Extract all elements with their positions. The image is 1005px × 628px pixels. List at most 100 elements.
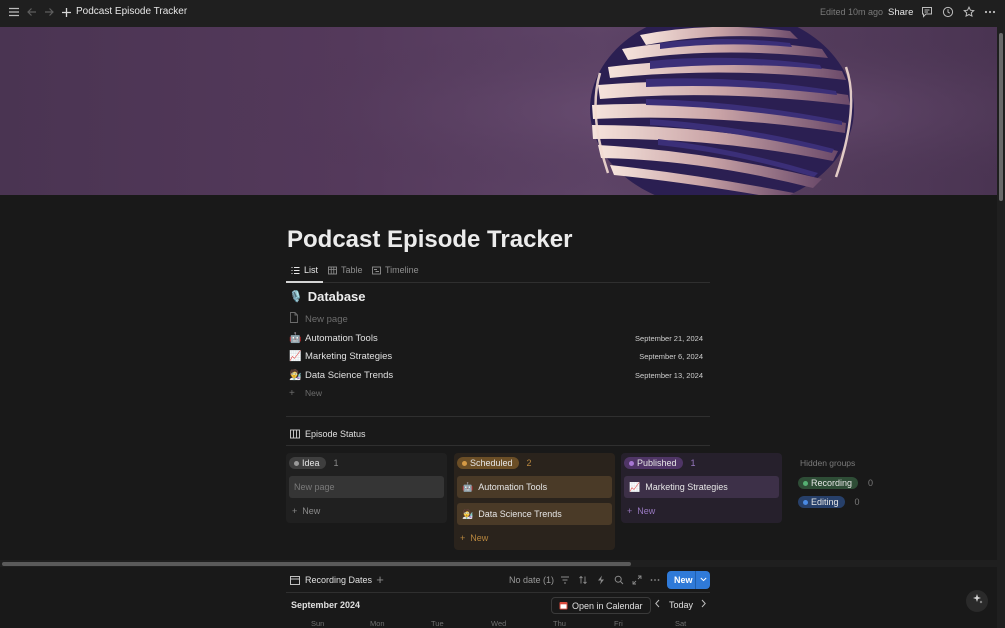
column-count: 1 <box>333 458 339 468</box>
open-in-calendar-label: Open in Calendar <box>572 600 643 611</box>
list-item-title: New page <box>305 313 348 325</box>
section-divider <box>286 416 710 417</box>
board-card[interactable]: New page <box>289 476 444 498</box>
status-dot-icon <box>294 460 299 466</box>
card-title: Marketing Strategies <box>645 482 728 492</box>
board-card[interactable]: 📈 Marketing Strategies <box>624 476 779 498</box>
weekday-label: Tue <box>431 619 444 628</box>
active-tab-indicator <box>286 281 323 283</box>
hidden-group-recording[interactable]: Recording 0 <box>798 477 873 489</box>
calendar-view-title[interactable]: Recording Dates <box>290 575 372 585</box>
list-item[interactable]: 📈 Marketing Strategies September 6, 2024 <box>289 347 705 365</box>
list-item-date: September 6, 2024 <box>639 351 703 361</box>
today-button[interactable]: Today <box>669 600 693 610</box>
sidebar-menu-icon[interactable] <box>4 4 24 22</box>
calendar-icon <box>290 576 300 585</box>
next-month-icon[interactable] <box>700 599 707 610</box>
chevron-down-icon[interactable] <box>696 577 710 584</box>
timeline-icon <box>372 266 381 274</box>
automation-lightning-icon[interactable] <box>595 575 607 587</box>
top-bar: Podcast Episode Tracker Edited 10m ago S… <box>0 0 1005 27</box>
new-entry-label: New <box>674 575 693 585</box>
page-icon <box>289 312 303 326</box>
sparkle-icon <box>972 594 982 604</box>
plus-icon: + <box>289 387 295 399</box>
open-in-calendar-button[interactable]: Open in Calendar <box>551 597 651 614</box>
column-label: Scheduled <box>470 458 513 468</box>
filter-icon[interactable] <box>559 575 571 587</box>
chart-up-icon: 📈 <box>289 350 302 362</box>
card-title: Data Science Trends <box>478 509 562 519</box>
calendar-divider <box>286 592 710 593</box>
status-dot-icon <box>803 480 808 486</box>
favorite-star-icon[interactable] <box>959 4 979 22</box>
tab-timeline[interactable]: Timeline <box>372 265 419 275</box>
share-button[interactable]: Share <box>888 7 913 18</box>
breadcrumb-page-title[interactable]: Podcast Episode Tracker <box>76 6 187 17</box>
updates-clock-icon[interactable] <box>938 4 958 22</box>
list-new-button[interactable]: + New <box>289 384 705 402</box>
previous-month-icon[interactable] <box>654 599 661 610</box>
calendar-app-icon <box>559 602 568 610</box>
robot-icon: 🤖 <box>289 332 302 344</box>
tab-table-label: Table <box>341 265 363 275</box>
vertical-scrollbar-thumb[interactable] <box>999 33 1003 201</box>
board-divider <box>286 445 710 446</box>
status-dot-icon <box>803 499 808 505</box>
more-options-icon[interactable] <box>649 575 661 587</box>
comments-icon[interactable] <box>917 4 937 22</box>
list-item-date: September 21, 2024 <box>635 333 703 343</box>
weekday-label: Thu <box>553 619 566 628</box>
column-new-button[interactable]: + New <box>627 506 655 516</box>
new-entry-button[interactable]: New <box>667 571 710 589</box>
plus-icon: + <box>460 533 466 543</box>
tab-list[interactable]: List <box>291 265 318 275</box>
scientist-icon: 🧑‍🔬 <box>462 508 474 519</box>
horizontal-scrollbar-thumb[interactable] <box>2 562 631 566</box>
new-page-plus-icon[interactable] <box>56 4 76 22</box>
search-icon[interactable] <box>613 575 625 587</box>
board-icon <box>290 429 300 439</box>
expand-icon[interactable] <box>631 575 643 587</box>
tab-table[interactable]: Table <box>328 265 363 275</box>
robot-icon: 🤖 <box>462 481 474 492</box>
ai-sparkle-button[interactable] <box>966 590 988 612</box>
status-badge-idea[interactable]: Idea <box>289 457 326 469</box>
list-item[interactable]: New page <box>289 310 705 328</box>
database-title[interactable]: 🎙️ Database <box>289 289 366 304</box>
hidden-group-editing[interactable]: Editing 0 <box>798 496 860 508</box>
list-item[interactable]: 🤖 Automation Tools September 21, 2024 <box>289 329 705 347</box>
cover-image <box>0 27 997 195</box>
board-card[interactable]: 🧑‍🔬 Data Science Trends <box>457 503 612 525</box>
status-badge-editing[interactable]: Editing <box>798 496 845 508</box>
status-badge-published[interactable]: Published <box>624 457 683 469</box>
weekday-label: Sat <box>675 619 687 628</box>
board-title-text: Episode Status <box>305 429 366 439</box>
list-item-date: September 13, 2024 <box>635 370 703 380</box>
sort-icon[interactable] <box>577 575 589 587</box>
no-date-button[interactable]: No date (1) <box>509 575 554 585</box>
view-tabs: List Table Timeline <box>286 262 710 283</box>
page-title[interactable]: Podcast Episode Tracker <box>287 226 572 254</box>
card-title: New page <box>294 482 335 492</box>
microphone-illustration <box>0 27 997 195</box>
board-view-title[interactable]: Episode Status <box>290 429 366 439</box>
weekday-label: Fri <box>614 619 623 628</box>
column-new-button[interactable]: + New <box>292 506 320 516</box>
table-icon <box>328 266 337 274</box>
status-badge-scheduled[interactable]: Scheduled <box>457 457 519 469</box>
column-new-button[interactable]: + New <box>460 533 488 543</box>
status-badge-recording[interactable]: Recording <box>798 477 859 489</box>
list-item-title: Marketing Strategies <box>305 350 393 362</box>
board-column-idea: Idea 1 New page + New <box>286 453 447 523</box>
more-options-icon[interactable] <box>980 4 1000 22</box>
board-column-scheduled: Scheduled 2 🤖 Automation Tools 🧑‍🔬 Data … <box>454 453 615 550</box>
plus-icon: + <box>292 506 298 516</box>
microphone-icon: 🎙️ <box>289 291 303 303</box>
weekday-label: Sun <box>311 619 325 628</box>
tab-timeline-label: Timeline <box>385 265 419 275</box>
list-item-title: Data Science Trends <box>305 369 394 381</box>
board-card[interactable]: 🤖 Automation Tools <box>457 476 612 498</box>
list-item[interactable]: 🧑‍🔬 Data Science Trends September 13, 20… <box>289 366 705 384</box>
add-view-plus-icon[interactable]: + <box>374 573 386 586</box>
